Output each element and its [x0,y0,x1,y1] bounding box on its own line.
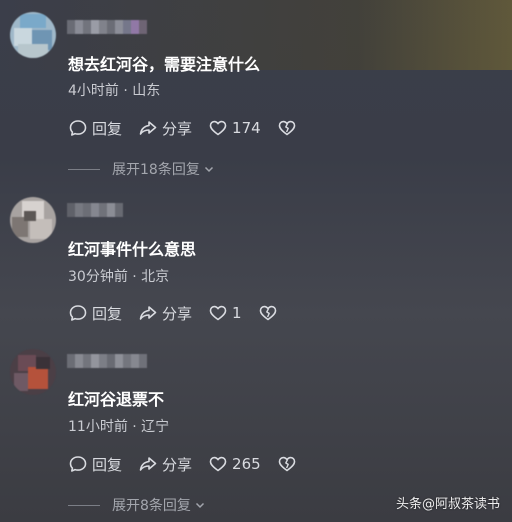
share-button[interactable]: 分享 [138,454,192,475]
avatar[interactable] [10,197,56,243]
reply-button[interactable]: 回复 [68,118,122,139]
like-button[interactable]: 265 [208,454,261,474]
reply-button[interactable]: 回复 [68,303,122,324]
like-count: 1 [232,304,242,322]
reply-label: 回复 [92,455,123,474]
share-button[interactable]: 分享 [138,118,192,139]
share-label: 分享 [162,455,193,474]
comment-text: 想去红河谷，需要注意什么 [68,55,261,74]
heart-icon [209,120,227,136]
share-icon [139,457,157,471]
comment-text: 红河谷退票不 [68,390,165,409]
share-button[interactable]: 分享 [138,303,192,324]
chevron-down-icon [204,166,213,173]
username-blurred[interactable] [67,354,147,368]
expand-replies-label: 展开18条回复 [112,162,200,178]
share-icon [139,121,157,135]
reply-button[interactable]: 回复 [68,454,122,475]
divider-line [68,504,100,506]
expand-replies[interactable]: 展开18条回复 [68,159,215,179]
heart-icon [209,456,227,472]
divider-line [68,168,100,170]
comment-actions: 回复 分享 174 [68,117,313,139]
comment-text: 红河事件什么意思 [68,240,197,259]
broken-heart-icon [259,305,276,321]
share-label: 分享 [162,304,193,323]
dislike-button[interactable] [277,118,297,138]
dislike-button[interactable] [258,303,278,323]
like-button[interactable]: 174 [208,118,261,138]
expand-replies-label: 展开8条回复 [112,498,191,514]
avatar[interactable] [10,349,56,395]
like-count: 174 [232,119,261,137]
broken-heart-icon [278,456,295,472]
share-label: 分享 [162,119,193,138]
comment-icon [69,456,87,472]
comment-actions: 回复 分享 1 [68,302,294,324]
avatar[interactable] [10,12,56,58]
reply-label: 回复 [92,119,123,138]
share-icon [139,306,157,320]
broken-heart-icon [278,120,295,136]
expand-replies[interactable]: 展开8条回复 [68,495,206,515]
username-blurred[interactable] [67,20,147,34]
comment-meta: 11小时前 · 辽宁 [68,419,170,435]
username-blurred[interactable] [67,203,147,217]
reply-label: 回复 [92,304,123,323]
comment-meta: 30分钟前 · 北京 [68,269,170,285]
dislike-button[interactable] [277,454,297,474]
heart-icon [209,305,227,321]
chevron-down-icon [195,502,204,509]
comment-actions: 回复 分享 265 [68,453,313,475]
like-count: 265 [232,455,261,473]
comment-icon [69,120,87,136]
watermark: 头条@阿叔茶读书 [395,497,500,512]
like-button[interactable]: 1 [208,303,242,323]
comment-icon [69,305,87,321]
comment-meta: 4小时前 · 山东 [68,83,161,99]
